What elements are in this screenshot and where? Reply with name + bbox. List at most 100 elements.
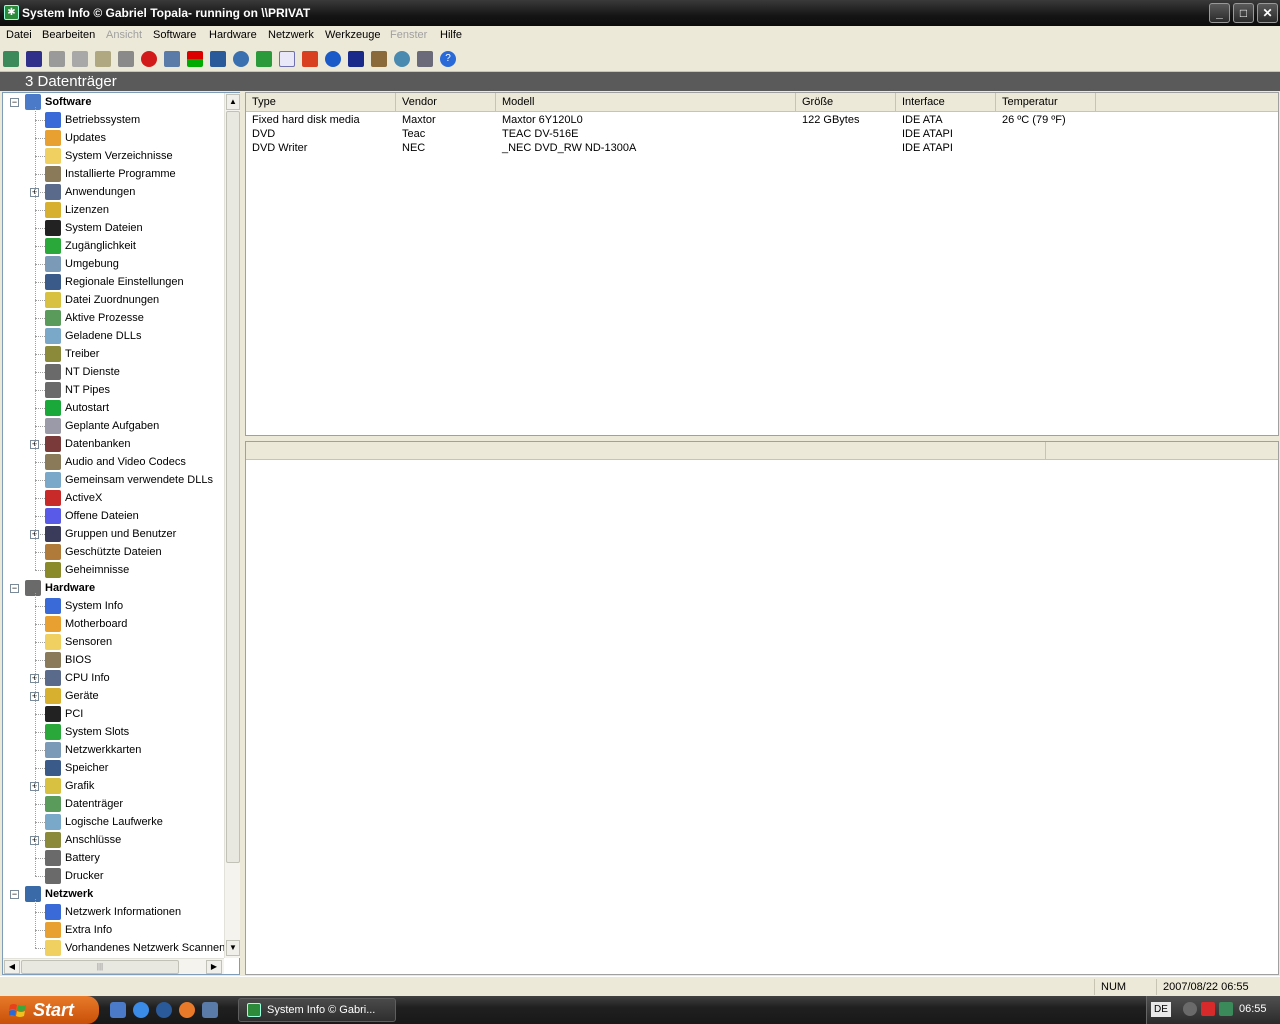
menu-ansicht[interactable]: Ansicht	[106, 29, 142, 41]
tree-item-label: System Slots	[65, 726, 130, 738]
language-indicator[interactable]: DE	[1151, 1002, 1171, 1017]
shield-icon[interactable]	[348, 51, 364, 67]
tree-item-icon	[45, 184, 61, 200]
copy-icon[interactable]	[72, 51, 88, 67]
column-groesse[interactable]: Größe	[796, 93, 896, 112]
update-icon[interactable]	[325, 51, 341, 67]
tree-item-label: Anschlüsse	[65, 834, 122, 846]
tree-item-icon	[45, 706, 61, 722]
tree-item-icon	[45, 724, 61, 740]
menu-hilfe[interactable]: Hilfe	[440, 29, 462, 41]
table-row[interactable]: DVD Teac TEAC DV-516E IDE ATAPI	[246, 128, 1246, 142]
close-button[interactable]: ✕	[1257, 3, 1278, 23]
network-tray-icon[interactable]	[1219, 1002, 1233, 1016]
tree-connector	[35, 750, 45, 751]
camera-icon[interactable]	[417, 51, 433, 67]
globe-icon[interactable]	[233, 51, 249, 67]
table-cell: Teac	[402, 128, 426, 140]
report-icon[interactable]	[164, 51, 180, 67]
system-tray: DE 06:55	[1146, 996, 1280, 1024]
tree-item-icon	[45, 400, 61, 416]
table-row[interactable]: DVD Writer NEC _NEC DVD_RW ND-1300A IDE ATA…	[246, 142, 1246, 156]
tree-item-icon	[45, 814, 61, 830]
tree-horizontal-scrollbar[interactable]: ◀ ||| ▶	[3, 958, 224, 974]
tree-item-label: Speicher	[65, 762, 109, 774]
maximize-button[interactable]: □	[1233, 3, 1254, 23]
menu-software[interactable]: Software	[153, 29, 196, 41]
tree-item-label: System Info	[65, 600, 124, 612]
tree-connector	[35, 804, 45, 805]
start-button[interactable]: Start	[0, 996, 99, 1024]
column-type[interactable]: Type	[246, 93, 396, 112]
tree-connector	[35, 120, 45, 121]
scroll-thumb-horizontal[interactable]: |||	[21, 960, 179, 974]
taskbar-item-system-info[interactable]: System Info © Gabri...	[238, 998, 396, 1022]
tree-item-label: Betriebssystem	[65, 114, 141, 126]
menu-hardware[interactable]: Hardware	[209, 29, 257, 41]
scroll-up-icon[interactable]: ▲	[226, 94, 240, 110]
tree-connector	[35, 462, 45, 463]
print-icon[interactable]	[118, 51, 134, 67]
tree-item-label: Geräte	[65, 690, 99, 702]
window-title: System Info © Gabriel Topala- running on…	[22, 6, 311, 20]
refresh-icon[interactable]	[256, 51, 272, 67]
tree-connector	[35, 876, 45, 877]
menu-datei[interactable]: Datei	[6, 29, 32, 41]
show-desktop-icon[interactable]	[110, 1002, 126, 1018]
help-icon[interactable]: ?	[440, 51, 456, 67]
collapse-icon[interactable]: −	[10, 98, 19, 107]
shutdown-icon[interactable]	[302, 51, 318, 67]
detail-column-1[interactable]	[246, 442, 1046, 460]
menu-bearbeiten[interactable]: Bearbeiten	[42, 29, 95, 41]
tree-connector	[35, 300, 45, 301]
tree-item-icon	[45, 292, 61, 308]
tree-item-label: Lizenzen	[65, 204, 110, 216]
collapse-icon[interactable]: −	[10, 890, 19, 899]
scroll-down-icon[interactable]: ▼	[226, 940, 240, 956]
paste-icon[interactable]	[95, 51, 111, 67]
benchmark-icon[interactable]	[210, 51, 226, 67]
document-icon[interactable]	[279, 51, 295, 67]
ati-icon[interactable]	[1201, 1002, 1215, 1016]
network-icon[interactable]	[394, 51, 410, 67]
minimize-button[interactable]: _	[1209, 3, 1230, 23]
tree-item-icon	[45, 112, 61, 128]
column-interface[interactable]: Interface	[896, 93, 996, 112]
tree-connector	[35, 552, 45, 553]
table-row[interactable]: Fixed hard disk media Maxtor Maxtor 6Y120L…	[246, 114, 1246, 128]
cut-icon[interactable]	[49, 51, 65, 67]
tree-item-label: Geplante Aufgaben	[65, 420, 160, 432]
tree-item-icon	[45, 868, 61, 884]
menu-netzwerk[interactable]: Netzwerk	[268, 29, 314, 41]
tray-expand-icon[interactable]	[1183, 1002, 1197, 1016]
tree-connector-vertical	[35, 107, 36, 570]
menu-werkzeuge[interactable]: Werkzeuge	[325, 29, 380, 41]
table-cell: IDE ATAPI	[902, 128, 953, 140]
tree-item-label: Drucker	[65, 870, 104, 882]
tools-icon[interactable]	[371, 51, 387, 67]
scroll-thumb[interactable]	[226, 111, 240, 863]
tree-item-icon	[45, 472, 61, 488]
scroll-right-icon[interactable]: ▶	[206, 960, 222, 974]
collapse-icon[interactable]: −	[10, 584, 19, 593]
tree-vertical-scrollbar[interactable]: ▲ ▼	[224, 93, 240, 958]
internet-explorer-icon[interactable]	[133, 1002, 149, 1018]
table-cell: DVD Writer	[252, 142, 308, 154]
column-temperatur[interactable]: Temperatur	[996, 93, 1096, 112]
column-vendor[interactable]: Vendor	[396, 93, 496, 112]
column-modell[interactable]: Modell	[496, 93, 796, 112]
tree-connector	[35, 732, 45, 733]
save-icon[interactable]	[26, 51, 42, 67]
detail-list	[245, 441, 1279, 975]
firefox-icon[interactable]	[179, 1002, 195, 1018]
tree-connector-vertical	[35, 593, 36, 876]
scroll-left-icon[interactable]: ◀	[4, 960, 20, 974]
tree-item-icon	[45, 454, 61, 470]
exit-icon[interactable]	[3, 51, 19, 67]
media-player-icon[interactable]	[156, 1002, 172, 1018]
tree-connector	[35, 822, 45, 823]
color-icon[interactable]	[187, 51, 203, 67]
menu-fenster[interactable]: Fenster	[390, 29, 427, 41]
stop-icon[interactable]	[141, 51, 157, 67]
quicklaunch-icon[interactable]	[202, 1002, 218, 1018]
